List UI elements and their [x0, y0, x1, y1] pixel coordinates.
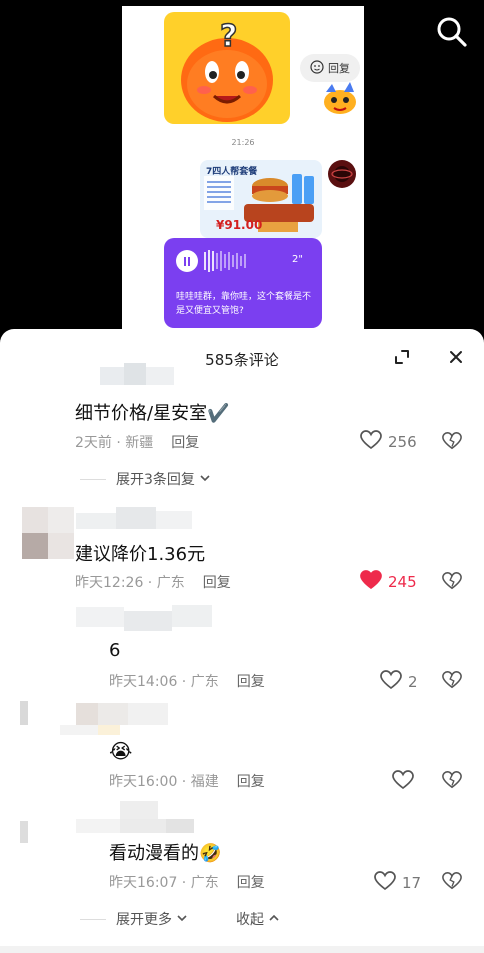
comment-date: 昨天12:26 — [75, 575, 144, 591]
reply-meta: 昨天16:07 · 广东 回复 — [109, 875, 265, 891]
comment-date: 昨天16:00 — [109, 774, 178, 790]
mascot-sticker — [318, 80, 362, 116]
heart-icon — [380, 670, 402, 694]
ad-title: 7四人帮套餐 — [206, 167, 258, 177]
broken-heart-icon[interactable] — [442, 431, 462, 451]
video-frame: ? 回复 21:26 7四人帮套餐 ¥91.00 2" 哇哇哇群，靠你哇，这个套… — [122, 6, 364, 340]
expand-more-label: 展开更多 — [116, 912, 172, 928]
comment-meta: 昨天12:26 · 广东 回复 — [75, 575, 231, 591]
reply-button[interactable]: 回复 — [237, 875, 265, 891]
comment-location: 广东 — [190, 674, 219, 690]
reply-meta: 昨天16:00 · 福建 回复 — [109, 774, 265, 790]
broken-heart-icon[interactable] — [442, 871, 462, 891]
broken-heart-icon[interactable] — [442, 571, 462, 591]
reply-button[interactable]: 回复 — [171, 435, 199, 451]
expand-icon[interactable] — [393, 348, 411, 366]
pause-icon[interactable] — [176, 250, 198, 272]
chat-avatar — [328, 160, 356, 188]
ad-price: ¥91.00 — [216, 218, 263, 232]
voice-transcript: 哇哇哇群，靠你哇，这个套餐是不是又便宜又管饱? — [176, 292, 312, 316]
blurred-avatar — [20, 701, 28, 725]
broken-heart-icon[interactable] — [442, 670, 462, 690]
meal-ad-image: 7四人帮套餐 ¥91.00 — [200, 160, 322, 238]
like-button[interactable]: 17 — [374, 871, 421, 895]
voice-duration: 2" — [292, 254, 303, 265]
chevron-down-icon — [176, 911, 188, 927]
like-button[interactable]: 256 — [360, 430, 417, 454]
comment-sheet: 585条评论 细节价格/星安室✔️ 2天前 · 新疆 回复 256 展开3条回复 … — [0, 329, 484, 953]
video-player[interactable]: ? 回复 21:26 7四人帮套餐 ¥91.00 2" 哇哇哇群，靠你哇，这个套… — [0, 0, 484, 345]
emoji-image: ? — [164, 12, 290, 124]
like-count: 17 — [402, 874, 422, 892]
comment-date: 2天前 — [75, 435, 112, 451]
reply-text: 看动漫看的🤣 — [109, 843, 222, 864]
search-icon[interactable] — [434, 14, 470, 50]
like-button[interactable] — [392, 770, 420, 794]
blurred-avatar — [22, 507, 74, 559]
close-icon[interactable] — [447, 348, 465, 366]
svg-text:?: ? — [220, 19, 237, 54]
audio-waveform — [204, 249, 246, 273]
broken-heart-icon[interactable] — [442, 770, 462, 790]
blurred-username — [76, 605, 212, 633]
collapse-label: 收起 — [236, 912, 264, 928]
reply-meta: 昨天14:06 · 广东 回复 — [109, 674, 265, 690]
collapse-button[interactable]: 收起 — [236, 909, 280, 929]
heart-icon — [392, 770, 414, 794]
blurred-avatar — [20, 821, 28, 843]
comment-text: 细节价格/星安室✔️ — [75, 403, 230, 424]
like-count: 245 — [388, 573, 417, 591]
heart-icon — [374, 871, 396, 895]
reply-chip[interactable]: 回复 — [300, 54, 360, 82]
comment-location: 新疆 — [125, 435, 154, 451]
expand-more-button[interactable]: 展开更多 — [80, 909, 188, 929]
comment-meta: 2天前 · 新疆 回复 — [75, 435, 200, 451]
comment-location: 广东 — [190, 875, 219, 891]
expand-replies-label: 展开3条回复 — [116, 472, 195, 488]
chat-timestamp: 21:26 — [231, 138, 255, 147]
comment-location: 福建 — [190, 774, 219, 790]
reply-button[interactable]: 回复 — [203, 575, 231, 591]
heart-icon — [360, 570, 382, 594]
blurred-username — [100, 363, 180, 387]
divider — [80, 918, 106, 920]
like-button[interactable]: 245 — [360, 570, 417, 594]
divider — [80, 478, 106, 480]
expand-replies-button[interactable]: 展开3条回复 — [80, 469, 211, 489]
heart-icon — [360, 430, 382, 454]
chevron-up-icon — [268, 911, 280, 927]
like-count: 2 — [408, 673, 418, 691]
reply-chip-label: 回复 — [328, 62, 350, 75]
comment-location: 广东 — [156, 575, 185, 591]
comment-count-title: 585条评论 — [205, 351, 279, 369]
voice-message[interactable]: 2" 哇哇哇群，靠你哇，这个套餐是不是又便宜又管饱? — [164, 238, 322, 328]
like-button[interactable]: 2 — [380, 670, 418, 694]
like-count: 256 — [388, 433, 417, 451]
comment-date: 昨天16:07 — [109, 875, 178, 891]
blurred-username — [76, 801, 196, 835]
blurred-username — [60, 701, 170, 737]
reply-text: 6 — [109, 640, 121, 661]
smile-icon — [310, 59, 324, 77]
blurred-username — [76, 507, 192, 531]
reply-text: 😭 — [109, 739, 133, 763]
sheet-bottom-edge — [0, 946, 484, 953]
comment-date: 昨天14:06 — [109, 674, 178, 690]
reply-button[interactable]: 回复 — [237, 674, 265, 690]
chevron-down-icon — [199, 471, 211, 487]
reply-button[interactable]: 回复 — [237, 774, 265, 790]
comment-text: 建议降价1.36元 — [75, 544, 206, 565]
